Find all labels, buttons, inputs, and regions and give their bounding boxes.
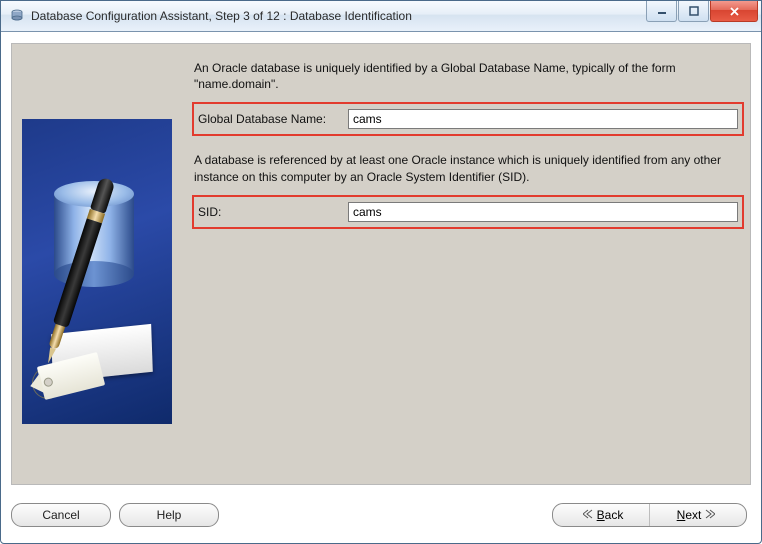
next-button[interactable]: Next — [649, 504, 746, 526]
window-controls — [646, 1, 759, 21]
sid-input[interactable] — [348, 202, 738, 222]
nav-buttons: Back Next — [552, 503, 747, 527]
titlebar: Database Configuration Assistant, Step 3… — [1, 1, 761, 32]
wizard-main-panel: An Oracle database is uniquely identifie… — [194, 52, 742, 476]
wizard-content: An Oracle database is uniquely identifie… — [11, 43, 751, 485]
app-icon — [9, 8, 25, 24]
intro-text-2: A database is referenced by at least one… — [194, 152, 742, 184]
chevron-left-icon — [583, 508, 593, 522]
cancel-button[interactable]: Cancel — [11, 503, 111, 527]
back-button[interactable]: Back — [553, 504, 649, 526]
window-title: Database Configuration Assistant, Step 3… — [31, 9, 412, 23]
intro-text-1: An Oracle database is uniquely identifie… — [194, 60, 742, 92]
side-illustration — [22, 119, 172, 424]
next-label-rest: ext — [685, 508, 701, 522]
global-db-name-row: Global Database Name: — [194, 104, 742, 134]
maximize-button[interactable] — [678, 1, 709, 22]
help-button[interactable]: Help — [119, 503, 219, 527]
next-mnemonic: N — [677, 508, 686, 522]
back-mnemonic: B — [597, 508, 605, 522]
global-db-name-label: Global Database Name: — [198, 112, 348, 126]
sid-label: SID: — [198, 205, 348, 219]
dbca-window: Database Configuration Assistant, Step 3… — [0, 0, 762, 544]
back-label-rest: ack — [605, 508, 624, 522]
close-button[interactable] — [710, 1, 758, 22]
minimize-button[interactable] — [646, 1, 677, 22]
sid-row: SID: — [194, 197, 742, 227]
wizard-footer: Cancel Help Back Next — [11, 497, 751, 533]
chevron-right-icon — [705, 508, 715, 522]
global-db-name-input[interactable] — [348, 109, 738, 129]
